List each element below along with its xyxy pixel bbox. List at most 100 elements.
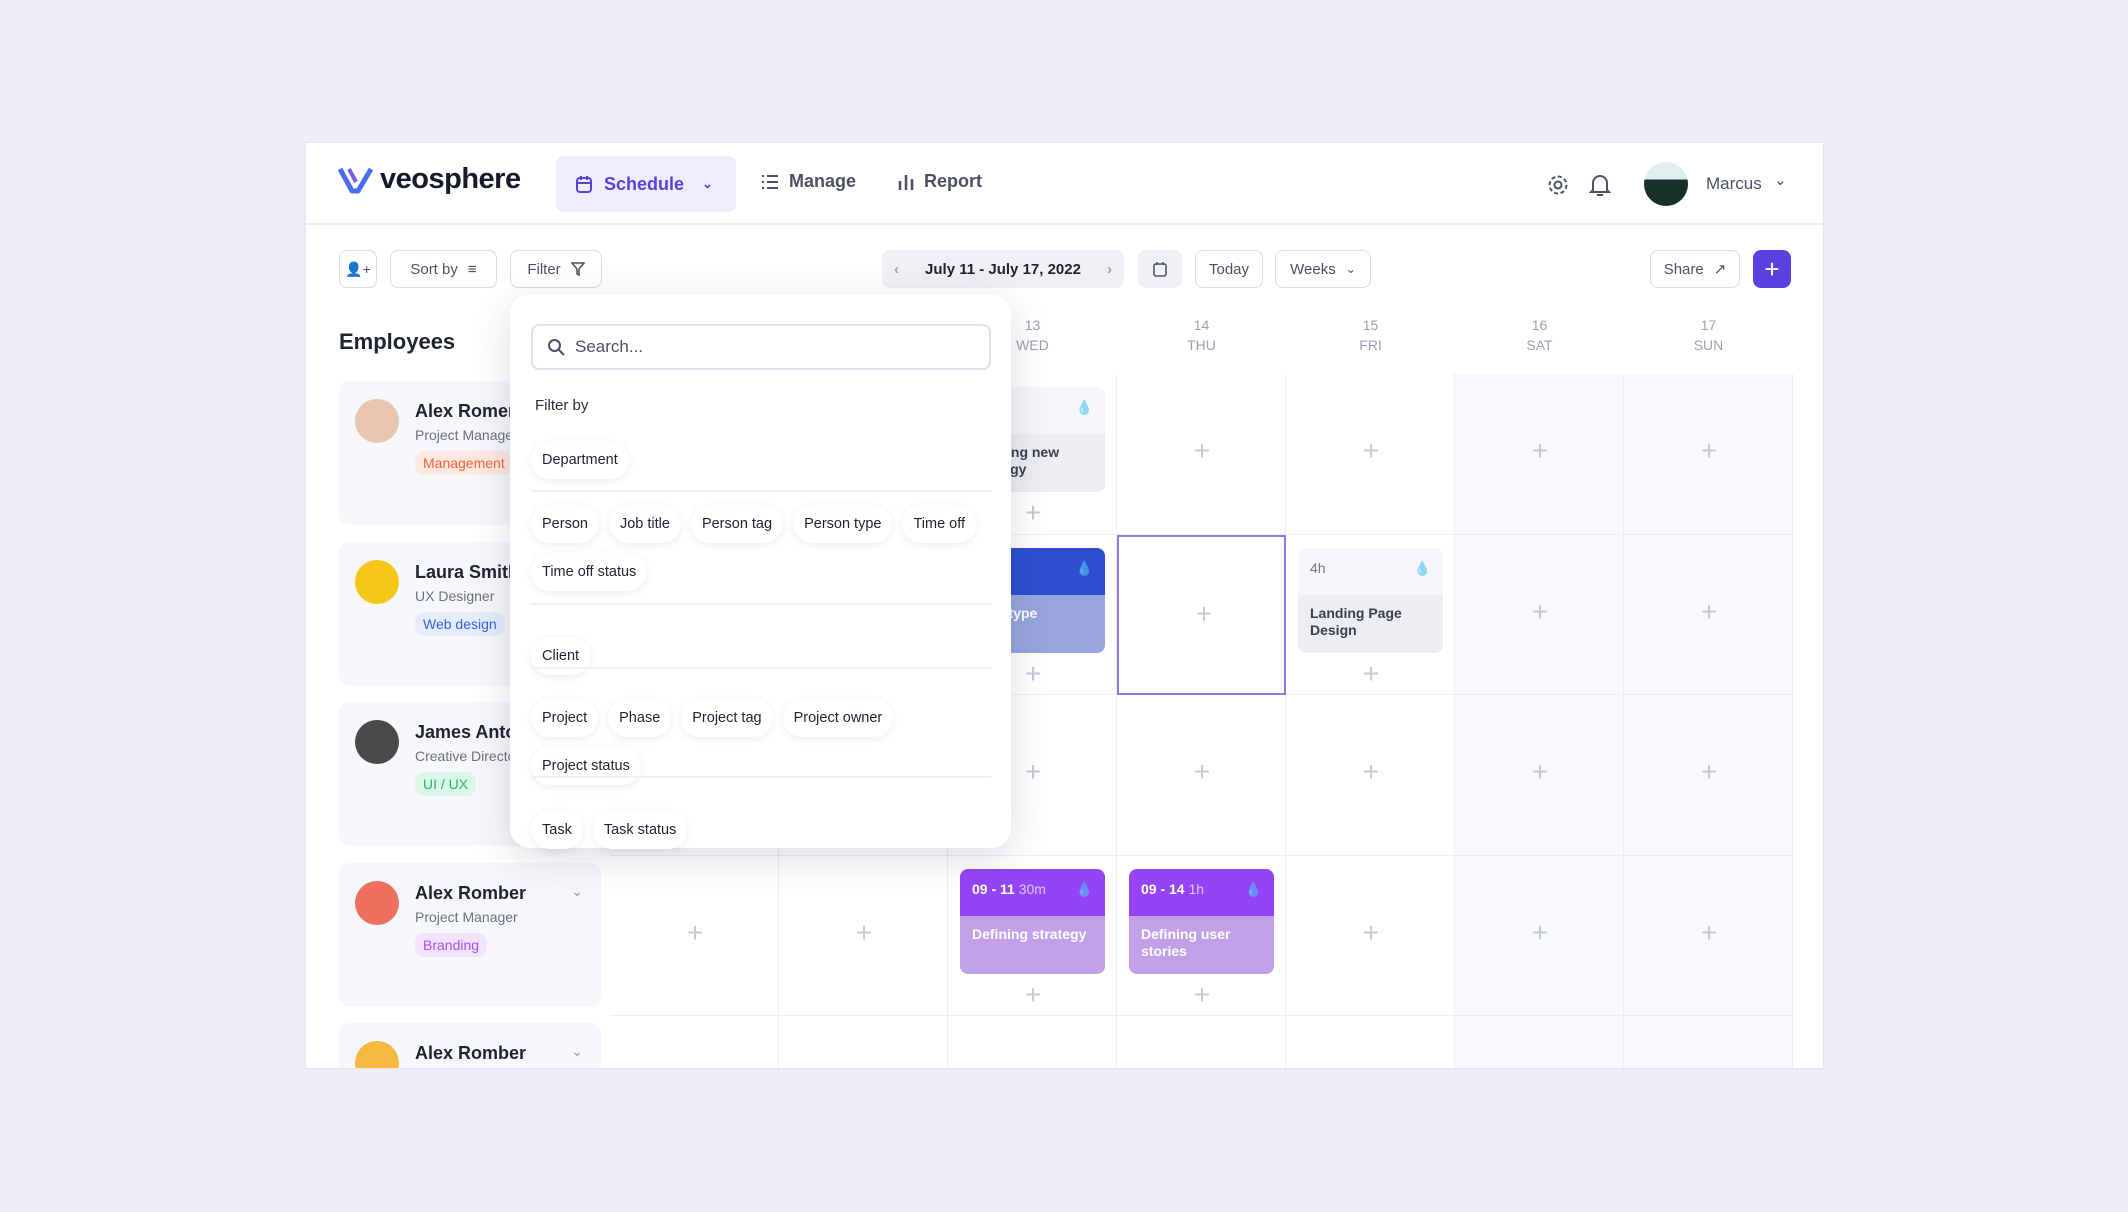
day-header: 17 SUN [1624,315,1793,355]
filter-chip[interactable]: Person [531,505,599,543]
add-person-button[interactable]: 👤+ [339,250,377,288]
prev-week-button[interactable]: ‹ [894,261,899,278]
schedule-cell[interactable]: + [1117,534,1286,695]
add-user-icon: 👤+ [345,260,371,277]
schedule-cell[interactable]: 4h 💧 Landing Page Design + [1286,534,1455,695]
filter-chip[interactable]: Phase [608,699,672,737]
schedule-cell[interactable] [1455,1016,1624,1068]
plus-icon[interactable]: + [1356,658,1386,689]
view-select[interactable]: Weeks ⌄ [1275,250,1371,288]
chevron-down-icon: ⌄ [702,176,713,191]
nav-schedule[interactable]: Schedule ⌄ [556,156,736,212]
employee-name: Alex Romber [415,882,527,903]
filter-chip[interactable]: Project tag [681,699,773,737]
sort-icon: ≡ [467,260,477,278]
chevron-down-icon[interactable]: ⌄ [571,883,583,900]
schedule-cell[interactable] [1624,1016,1793,1068]
nav-manage[interactable]: Manage [761,171,856,192]
plus-icon[interactable]: + [1356,757,1386,787]
employee-card[interactable]: Alex Romber ⌄ [339,1023,601,1068]
plus-icon[interactable]: + [1018,658,1048,689]
schedule-cell[interactable] [948,1016,1117,1068]
filter-chip[interactable]: Person tag [690,505,784,543]
schedule-cell[interactable] [610,1016,779,1068]
plus-icon[interactable]: + [1187,436,1217,466]
filter-chip[interactable]: Project status [531,747,641,785]
schedule-cell[interactable]: + [1455,534,1624,695]
plus-icon[interactable]: + [1018,757,1048,787]
schedule-cell[interactable]: + [1117,374,1286,535]
plus-icon[interactable]: + [1525,596,1555,627]
calendar-picker-button[interactable] [1138,250,1182,288]
user-avatar[interactable] [1644,162,1688,206]
plus-icon[interactable]: + [1694,757,1724,787]
schedule-cell[interactable]: + [1455,374,1624,535]
plus-icon[interactable]: + [1694,596,1724,627]
today-button[interactable]: Today [1195,250,1263,288]
plus-icon[interactable]: + [849,917,879,948]
schedule-cell[interactable]: + [1286,374,1455,535]
plus-icon[interactable]: + [1356,917,1386,948]
event-card[interactable]: 09 - 14 1h 💧 Defining user stories [1129,868,1274,974]
progress-drop-icon: 💧 [1075,399,1093,415]
sort-button[interactable]: Sort by ≡ [390,250,497,288]
filter-button[interactable]: Filter [510,250,602,288]
bell-icon[interactable] [1589,172,1611,198]
schedule-cell[interactable]: 09 - 14 1h 💧 Defining user stories + [1117,855,1286,1016]
plus-icon[interactable]: + [1525,436,1555,466]
schedule-cell[interactable]: + [1624,855,1793,1016]
logo[interactable]: veosphere [338,163,521,196]
schedule-cell[interactable]: + [610,855,779,1016]
plus-icon[interactable]: + [1525,917,1555,948]
filter-chip[interactable]: Person type [793,505,893,543]
plus-icon[interactable]: + [680,917,710,948]
schedule-cell[interactable]: + [779,855,948,1016]
filter-chip[interactable]: Project [531,699,599,737]
next-week-button[interactable]: › [1107,261,1112,278]
user-name[interactable]: Marcus [1706,174,1762,194]
plus-icon[interactable]: + [1694,436,1724,466]
event-card[interactable]: 09 - 11 30m 💧 Defining strategy [960,868,1105,974]
chevron-down-icon[interactable]: ⌄ [1774,171,1787,189]
event-duration: 30m [1018,880,1046,897]
employee-card[interactable]: Alex Romber Project Manager Branding ⌄ [339,862,601,1007]
schedule-cell[interactable] [1286,1016,1455,1068]
filter-search-input[interactable]: Search... [531,324,991,370]
day-name: THU [1187,337,1216,353]
schedule-cell[interactable]: + [1286,855,1455,1016]
plus-icon[interactable]: + [1189,598,1219,629]
schedule-cell[interactable]: + [1624,695,1793,856]
filter-chip[interactable]: Client [531,637,591,675]
filter-chip[interactable]: Department [531,441,629,479]
filter-chip[interactable]: Task [531,811,583,849]
chevron-down-icon[interactable]: ⌄ [571,1043,583,1060]
schedule-cell[interactable]: + [1455,695,1624,856]
event-card[interactable]: 4h 💧 Landing Page Design [1298,547,1443,653]
gear-icon[interactable] [1546,173,1570,197]
plus-icon[interactable]: + [1018,498,1048,528]
schedule-cell[interactable]: + [1624,374,1793,535]
plus-icon[interactable]: + [1356,436,1386,466]
add-button[interactable]: + [1753,250,1791,288]
schedule-cell[interactable] [779,1016,948,1068]
filter-chip[interactable]: Time off status [531,553,648,591]
filter-chip[interactable]: Project owner [782,699,894,737]
avatar [355,880,399,925]
schedule-cell[interactable]: + [1286,695,1455,856]
schedule-cell[interactable] [1117,1016,1286,1068]
plus-icon[interactable]: + [1187,979,1217,1010]
filter-group: Client [531,637,991,675]
schedule-cell[interactable]: + [1624,534,1793,695]
plus-icon[interactable]: + [1694,917,1724,948]
filter-chip[interactable]: Time off [902,505,977,543]
plus-icon[interactable]: + [1525,757,1555,787]
schedule-cell[interactable]: + [1455,855,1624,1016]
share-button[interactable]: Share ↗ [1650,250,1740,288]
plus-icon[interactable]: + [1018,979,1048,1010]
plus-icon[interactable]: + [1187,757,1217,787]
filter-chip[interactable]: Task status [592,811,688,849]
schedule-cell[interactable]: 09 - 11 30m 💧 Defining strategy + [948,855,1117,1016]
nav-report[interactable]: Report [898,171,982,192]
filter-chip[interactable]: Job title [608,505,681,543]
schedule-cell[interactable]: + [1117,695,1286,856]
